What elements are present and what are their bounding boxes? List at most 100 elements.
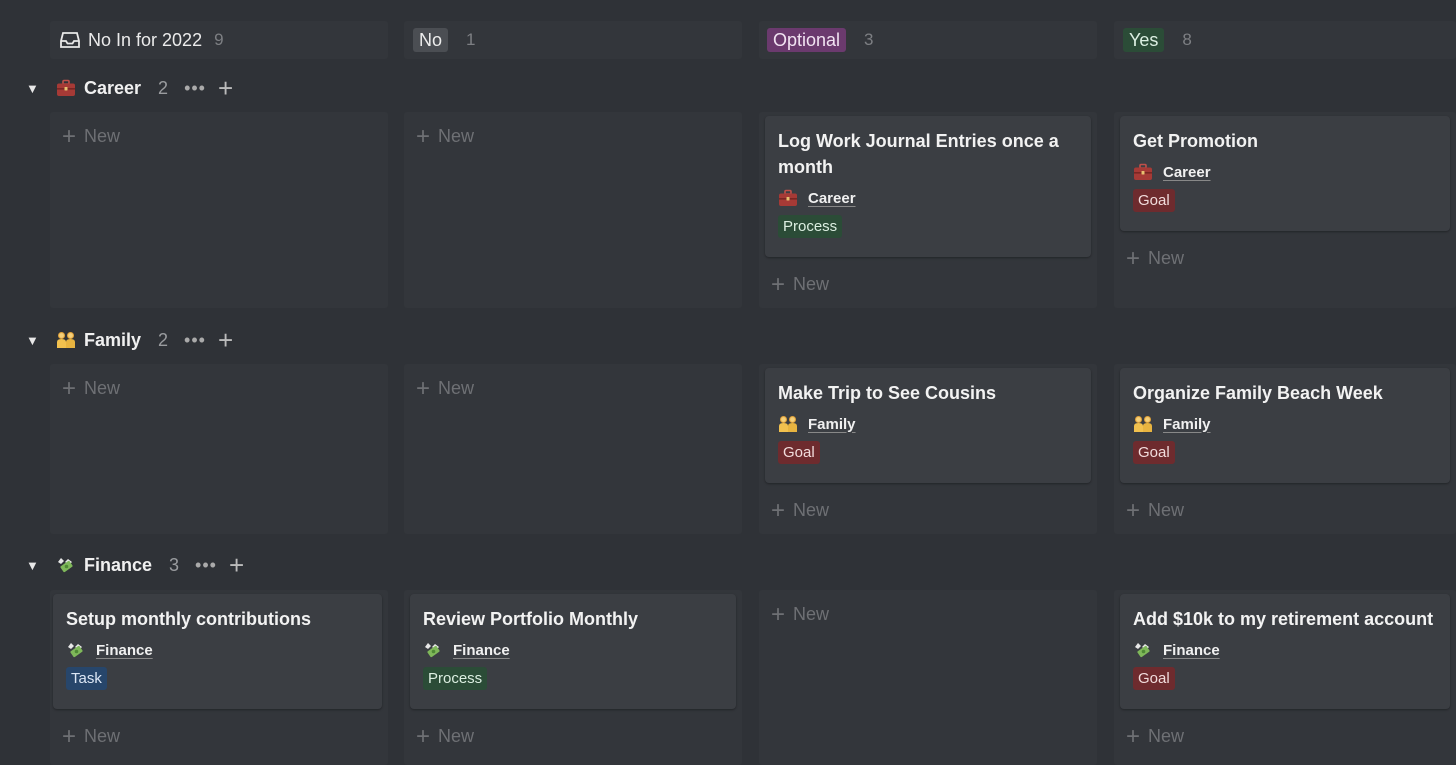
money-wings-icon [1133,641,1153,659]
briefcase-icon [56,79,76,97]
new-card-button[interactable]: + New [62,722,121,750]
relation[interactable]: Career [778,188,1078,208]
card[interactable]: Add $10k to my retirement account Financ… [1120,594,1450,709]
card-title: Add $10k to my retirement account [1133,609,1434,629]
money-wings-icon [66,641,86,659]
add-icon[interactable]: + [229,552,244,578]
relation-name: Family [1163,415,1211,433]
more-options-icon[interactable]: ••• [184,330,206,351]
column-title: Yes [1123,28,1165,52]
new-card-button[interactable]: + New [416,374,474,402]
money-wings-icon [56,556,76,574]
plus-icon: + [62,722,77,750]
cell-career-optional: Log Work Journal Entries once a month Ca… [759,112,1097,308]
type-tag: Goal [778,441,820,464]
new-label: New [793,500,830,520]
new-label: New [1148,726,1185,746]
family-icon [1133,415,1153,433]
column-count: 8 [1182,30,1192,49]
column-header-no[interactable]: No 1 [404,21,742,59]
card-title: Organize Family Beach Week [1133,383,1383,403]
column-title: No In for 2022 [88,29,203,50]
money-wings-icon [423,641,443,659]
cell-family-no-in: + New [50,364,388,534]
briefcase-icon [1133,163,1153,181]
card-title: Log Work Journal Entries once a month [778,131,1059,177]
type-tag: Process [778,215,843,238]
card[interactable]: Make Trip to See Cousins Family Goal [765,368,1091,483]
card[interactable]: Log Work Journal Entries once a month Ca… [765,116,1091,257]
group-count: 3 [169,554,180,575]
type-tag: Task [66,667,107,690]
collapse-toggle-icon[interactable]: ▼ [26,333,40,348]
new-card-button[interactable]: + New [416,122,474,150]
relation-name: Finance [96,641,153,659]
family-icon [56,331,76,349]
relation-name: Finance [1163,641,1220,659]
more-options-icon[interactable]: ••• [195,555,217,576]
new-card-button[interactable]: + New [771,496,830,524]
new-card-button[interactable]: + New [771,270,830,298]
plus-icon: + [1126,244,1141,272]
family-icon [778,415,798,433]
type-tag: Process [423,667,488,690]
cell-family-optional: Make Trip to See Cousins Family Goal + N… [759,364,1097,534]
cell-finance-yes: Add $10k to my retirement account Financ… [1114,590,1456,765]
column-header-no-in-2022[interactable]: No In for 2022 9 [50,21,388,59]
type-tag: Goal [1133,667,1175,690]
plus-icon: + [771,496,786,524]
relation[interactable]: Family [1133,414,1437,434]
relation[interactable]: Finance [66,640,369,660]
card[interactable]: Setup monthly contributions Finance Task [53,594,382,709]
more-options-icon[interactable]: ••• [184,78,206,99]
cell-career-no-in: + New [50,112,388,308]
column-header-optional[interactable]: Optional 3 [759,21,1097,59]
relation[interactable]: Finance [423,640,723,660]
relation-name: Career [1163,163,1211,181]
column-title: No [413,28,449,52]
new-card-button[interactable]: + New [1126,724,1185,748]
column-title: Optional [767,28,847,52]
new-card-button[interactable]: + New [1126,498,1185,522]
new-card-button[interactable]: + New [62,124,121,148]
collapse-toggle-icon[interactable]: ▼ [26,558,40,573]
relation[interactable]: Finance [1133,640,1437,660]
new-label: New [1148,500,1185,520]
relation-name: Career [808,189,856,207]
card-title: Setup monthly contributions [66,609,311,629]
column-count: 3 [864,30,874,49]
new-label: New [1148,248,1185,268]
card[interactable]: Review Portfolio Monthly Finance Process [410,594,736,709]
card-title: Make Trip to See Cousins [778,383,997,403]
new-label: New [84,126,121,146]
new-card-button[interactable]: + New [771,600,830,628]
add-icon[interactable]: + [218,75,233,101]
relation[interactable]: Family [778,414,1078,434]
column-count: 9 [214,30,224,49]
new-label: New [84,378,121,398]
group-name: Family [84,329,142,350]
group-header-family: ▼ Family 2 ••• + [26,325,233,355]
inbox-icon [60,31,80,49]
card[interactable]: Organize Family Beach Week Family Goal [1120,368,1450,483]
new-label: New [84,726,121,746]
group-name: Career [84,77,142,98]
plus-icon: + [416,374,431,402]
cell-career-no: + New [404,112,742,308]
card-title: Get Promotion [1133,131,1258,151]
new-label: New [793,274,830,294]
add-icon[interactable]: + [218,327,233,353]
new-card-button[interactable]: + New [62,376,121,400]
relation[interactable]: Career [1133,162,1437,182]
card[interactable]: Get Promotion Career Goal [1120,116,1450,231]
new-card-button[interactable]: + New [416,722,474,750]
plus-icon: + [416,122,431,150]
collapse-toggle-icon[interactable]: ▼ [26,81,40,96]
plus-icon: + [771,600,786,628]
group-header-finance: ▼ Finance 3 ••• + [26,550,244,580]
plus-icon: + [416,722,431,750]
new-card-button[interactable]: + New [1126,244,1185,272]
new-label: New [793,604,830,624]
column-header-yes[interactable]: Yes 8 [1114,21,1456,59]
plus-icon: + [771,270,786,298]
